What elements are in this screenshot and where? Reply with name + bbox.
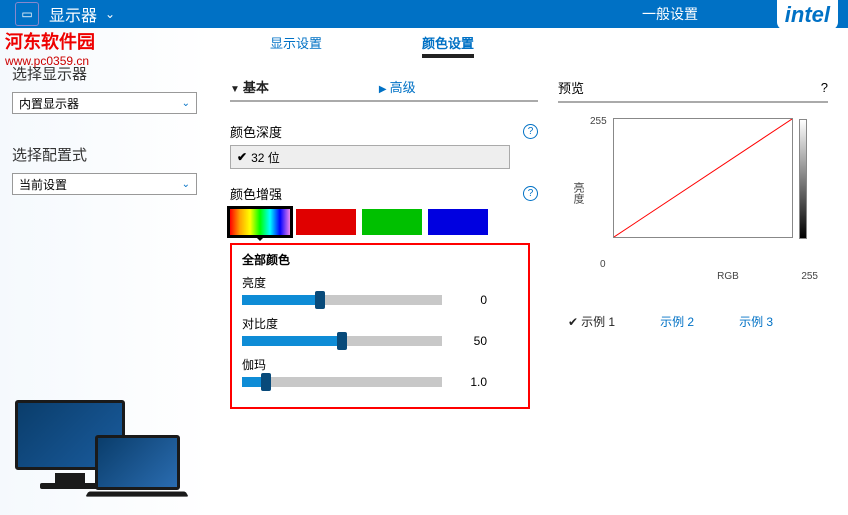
- chevron-down-icon: ⌄: [182, 179, 190, 190]
- help-icon[interactable]: ?: [821, 80, 828, 95]
- select-display-label: 选择显示器: [12, 63, 198, 84]
- gamma-label: 伽玛: [242, 356, 518, 373]
- general-settings-link[interactable]: 一般设置: [642, 4, 698, 24]
- brightness-label: 亮度: [242, 274, 518, 291]
- highlight-box: 全部颜色 亮度 0 对比度 50: [230, 243, 530, 409]
- header-chevron-icon[interactable]: ⌄: [105, 7, 115, 21]
- subtab-advanced[interactable]: ▶高级: [379, 73, 416, 100]
- swatch-green[interactable]: [362, 209, 422, 235]
- preview-title: 预览: [558, 78, 584, 97]
- swatch-all-colors[interactable]: [230, 209, 290, 235]
- select-display-dropdown[interactable]: 内置显示器 ⌄: [12, 92, 197, 114]
- brightness-slider[interactable]: [242, 295, 442, 305]
- window-header: ▭ 显示器 ⌄ 一般设置: [0, 0, 848, 28]
- contrast-value: 50: [457, 334, 487, 348]
- contrast-label: 对比度: [242, 315, 518, 332]
- check-icon: ✔: [237, 150, 247, 164]
- main-content: 显示设置 颜色设置 ▼基本 ▶高级 颜色深度 ? ✔ 32 位 颜色增强 ? 全…: [210, 28, 558, 515]
- example-2[interactable]: 示例 2: [660, 313, 694, 330]
- tab-display-settings[interactable]: 显示设置: [270, 33, 322, 58]
- color-depth-option[interactable]: ✔ 32 位: [230, 145, 510, 169]
- all-colors-title: 全部颜色: [242, 251, 518, 268]
- select-profile-label: 选择配置式: [12, 144, 198, 165]
- monitor-illustration: [15, 400, 185, 510]
- subtab-basic[interactable]: ▼基本: [230, 73, 269, 100]
- select-profile-dropdown[interactable]: 当前设置 ⌄: [12, 173, 197, 195]
- contrast-slider[interactable]: [242, 336, 442, 346]
- color-depth-label: 颜色深度: [230, 122, 282, 141]
- chevron-down-icon: ⌄: [182, 98, 190, 109]
- preview-graph: 255 0 亮度 RGB 255: [588, 118, 818, 268]
- gamma-value: 1.0: [457, 375, 487, 389]
- gradient-bar: [799, 119, 807, 239]
- swatch-red[interactable]: [296, 209, 356, 235]
- gamma-slider[interactable]: [242, 377, 442, 387]
- help-icon[interactable]: ?: [523, 186, 538, 201]
- help-icon[interactable]: ?: [523, 124, 538, 139]
- color-enhance-label: 颜色增强: [230, 184, 282, 203]
- brightness-value: 0: [457, 293, 487, 307]
- display-header-icon: ▭: [15, 2, 39, 26]
- header-title: 显示器: [49, 2, 97, 26]
- swatch-blue[interactable]: [428, 209, 488, 235]
- intel-logo: intel: [777, 0, 838, 30]
- example-1[interactable]: 示例 1: [568, 313, 615, 330]
- tab-color-settings[interactable]: 颜色设置: [422, 33, 474, 58]
- example-3[interactable]: 示例 3: [739, 313, 773, 330]
- left-sidebar: 选择显示器 内置显示器 ⌄ 选择配置式 当前设置 ⌄: [0, 28, 210, 515]
- right-panel: 预览 ? 255 0 亮度 RGB 255 示例 1 示例 2 示例 3: [558, 28, 848, 515]
